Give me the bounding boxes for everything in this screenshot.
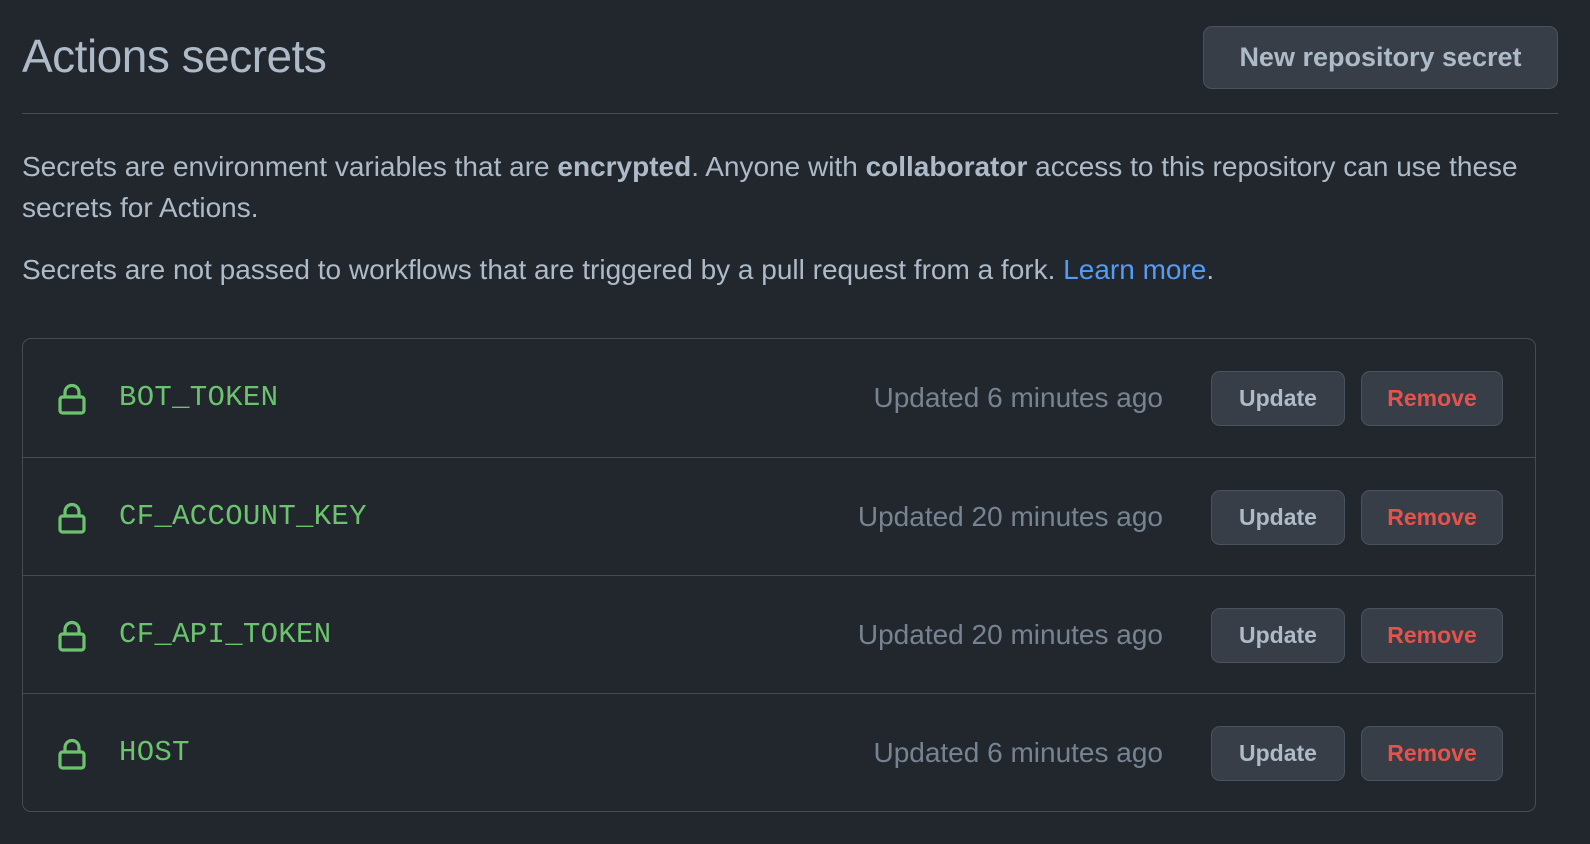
update-secret-button[interactable]: Update — [1211, 490, 1345, 545]
remove-secret-button[interactable]: Remove — [1361, 608, 1503, 663]
remove-secret-button[interactable]: Remove — [1361, 371, 1503, 426]
update-secret-button[interactable]: Update — [1211, 608, 1345, 663]
description-text: . Anyone with — [691, 151, 866, 182]
lock-icon — [58, 383, 86, 415]
secret-updated-time: Updated 20 minutes ago — [857, 501, 1163, 532]
secrets-page: Actions secrets New repository secret Se… — [22, 0, 1558, 812]
fork-note: Secrets are not passed to workflows that… — [22, 249, 1214, 290]
remove-secret-button[interactable]: Remove — [1361, 726, 1503, 781]
description-bold-encrypted: encrypted — [557, 151, 692, 182]
secret-row: HOST Updated 6 minutes ago Update Remove — [23, 693, 1535, 811]
fork-note-suffix: . — [1206, 254, 1215, 285]
secret-updated-time: Updated 6 minutes ago — [873, 737, 1163, 768]
secret-row: CF_ACCOUNT_KEY Updated 20 minutes ago Up… — [23, 457, 1535, 575]
secret-row: CF_API_TOKEN Updated 20 minutes ago Upda… — [23, 575, 1535, 693]
secrets-list: BOT_TOKEN Updated 6 minutes ago Update R… — [22, 338, 1536, 812]
page-header: Actions secrets New repository secret — [22, 0, 1558, 114]
secret-name: CF_API_TOKEN — [119, 618, 332, 651]
update-secret-button[interactable]: Update — [1211, 371, 1345, 426]
fork-note-text: Secrets are not passed to workflows that… — [22, 254, 1064, 285]
learn-more-link[interactable]: Learn more — [1063, 254, 1206, 285]
update-secret-button[interactable]: Update — [1211, 726, 1345, 781]
secret-name: CF_ACCOUNT_KEY — [119, 500, 367, 533]
secret-row: BOT_TOKEN Updated 6 minutes ago Update R… — [23, 339, 1535, 457]
page-title: Actions secrets — [22, 30, 327, 82]
secret-updated-time: Updated 6 minutes ago — [873, 382, 1163, 413]
description-text: Secrets are environment variables that a… — [22, 151, 558, 182]
new-repository-secret-button[interactable]: New repository secret — [1203, 26, 1558, 89]
secrets-description: Secrets are environment variables that a… — [22, 146, 1542, 228]
secret-name: BOT_TOKEN — [119, 381, 279, 414]
lock-icon — [58, 738, 86, 770]
secret-name: HOST — [119, 736, 190, 769]
remove-secret-button[interactable]: Remove — [1361, 490, 1503, 545]
lock-icon — [58, 502, 86, 534]
secret-updated-time: Updated 20 minutes ago — [857, 619, 1163, 650]
lock-icon — [58, 620, 86, 652]
description-bold-collaborator: collaborator — [865, 151, 1028, 182]
